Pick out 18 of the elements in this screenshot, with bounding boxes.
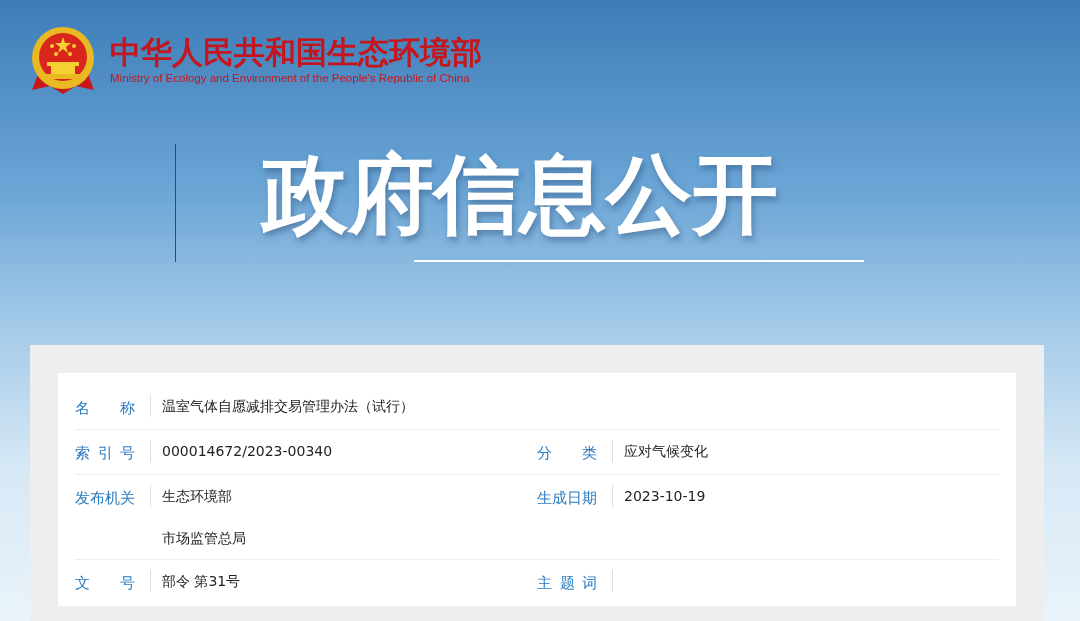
field-value: 应对气候变化	[624, 442, 708, 461]
field-label: 文号	[75, 573, 135, 594]
ministry-title: 中华人民共和国生态环境部	[110, 34, 482, 70]
national-emblem-icon	[30, 24, 96, 96]
field-value: 部令 第31号	[162, 572, 241, 591]
field-label: 分类	[537, 443, 597, 464]
field-value: 市场监管总局	[162, 529, 246, 548]
field-label: 名称	[75, 398, 135, 419]
ministry-english-name: Ministry of Ecology and Environment of the People's Republic of China	[110, 71, 471, 86]
field-label: 发布机关	[75, 488, 135, 509]
field-label: 生成日期	[537, 488, 597, 509]
field-value: 生态环境部	[162, 487, 233, 506]
field-label: 索引号	[75, 443, 135, 464]
banner-title: 政府信息公开	[262, 144, 778, 244]
field-value: 2023-10-19	[624, 487, 706, 506]
field-label: 主题词	[537, 573, 597, 594]
field-value: 000014672/2023-00340	[162, 442, 333, 461]
field-value: 温室气体自愿减排交易管理办法（试行）	[162, 397, 414, 416]
